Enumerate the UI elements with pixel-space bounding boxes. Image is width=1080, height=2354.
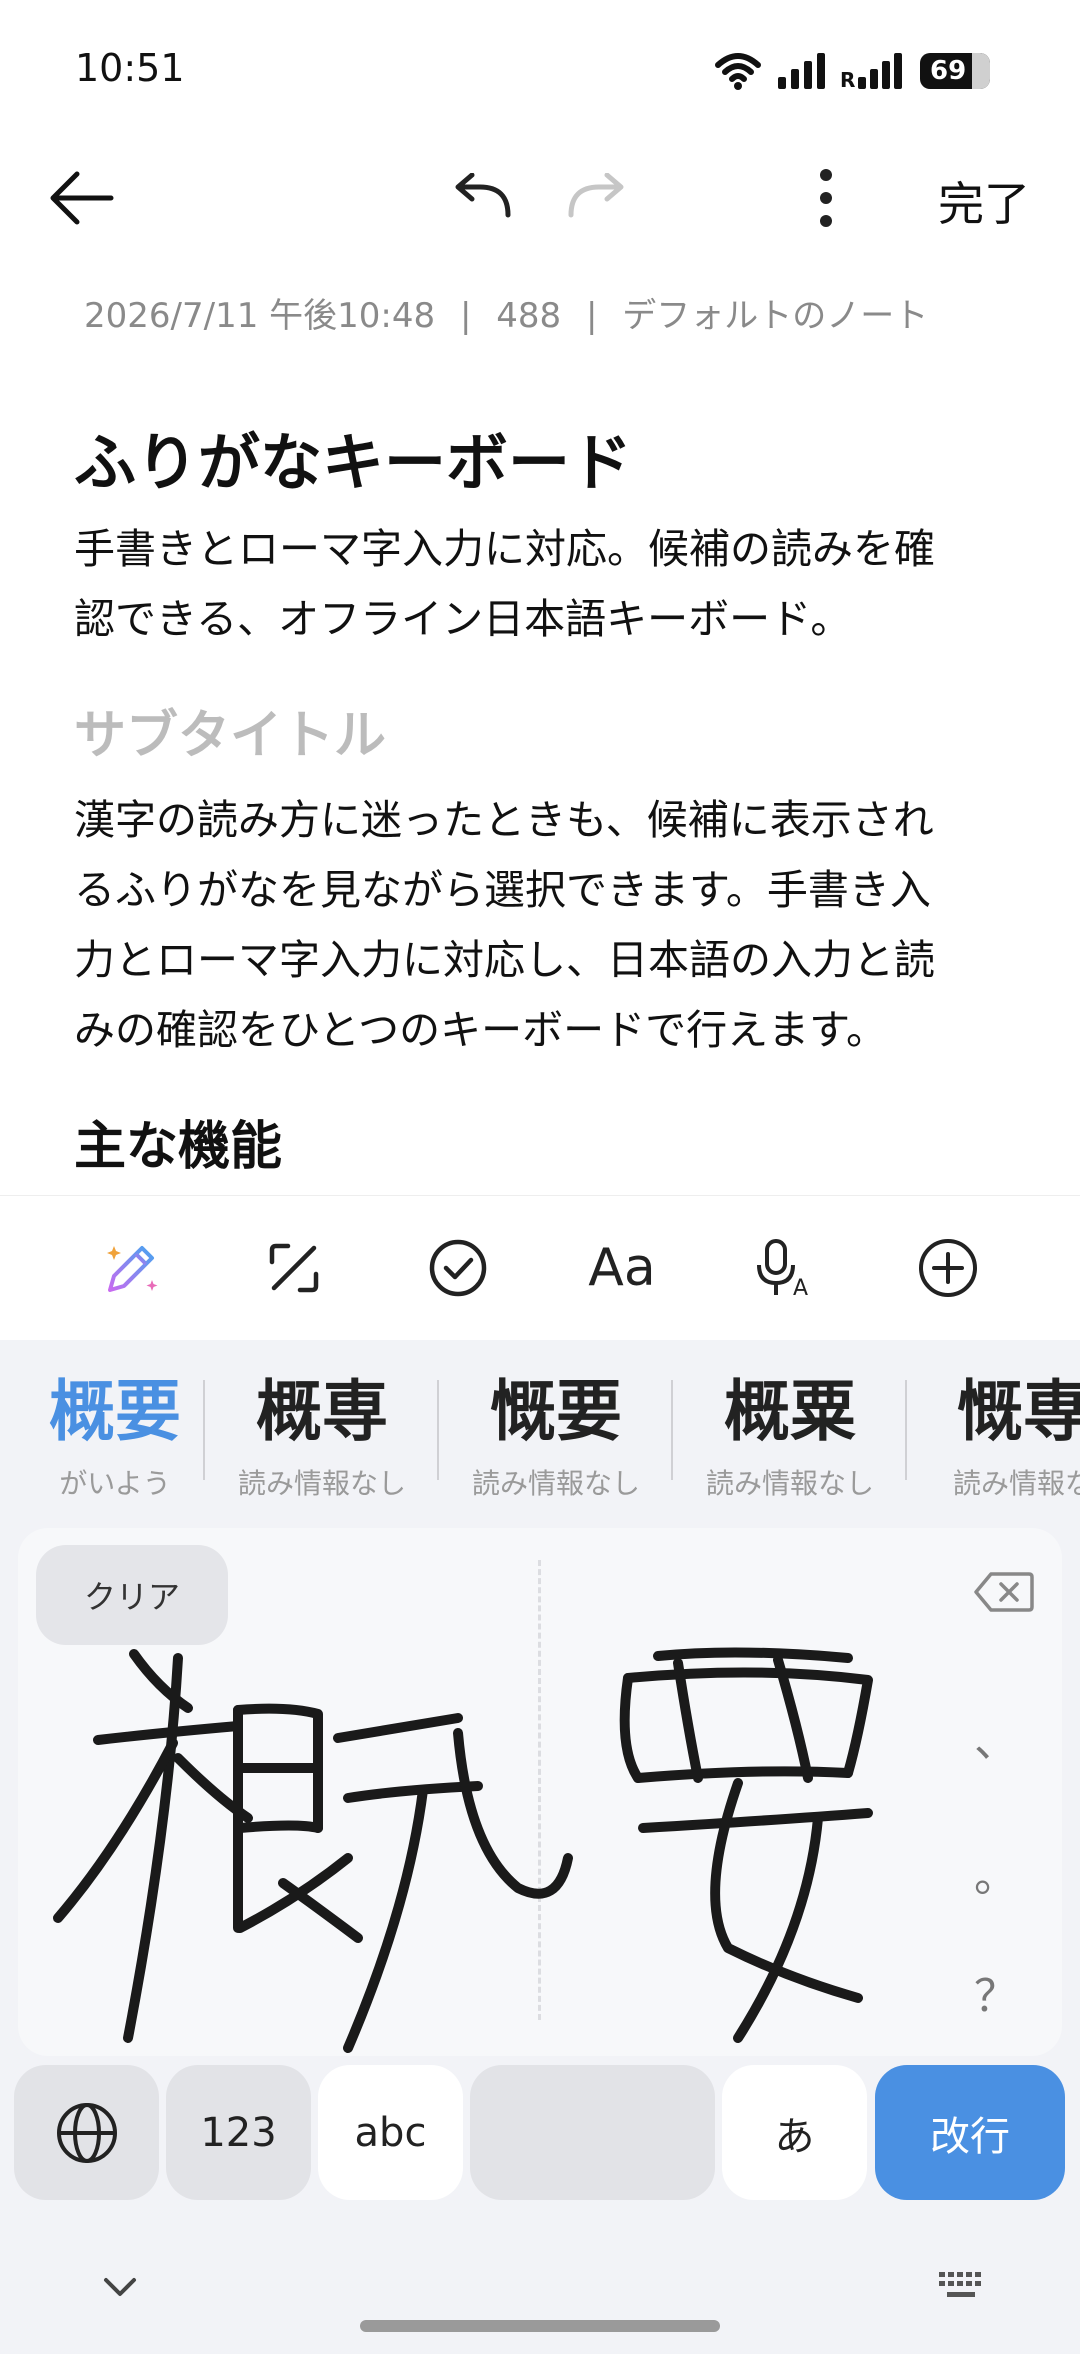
microphone-icon: A — [757, 1239, 808, 1301]
status-time: 10:51 — [75, 46, 185, 90]
voice-input-button[interactable]: A — [748, 1230, 824, 1306]
candidate-separator — [671, 1380, 673, 1480]
candidate-3[interactable]: 慨要 読み情報なし — [441, 1372, 671, 1502]
note-date: 2026/7/11 午後10:48 — [84, 296, 436, 336]
candidate-1[interactable]: 概要 がいよう — [0, 1372, 230, 1502]
text-format-button[interactable]: Aa — [584, 1230, 660, 1306]
status-icons: R 69 — [714, 50, 990, 92]
candidate-4[interactable]: 概粟 読み情報なし — [675, 1372, 905, 1502]
candidate-5[interactable]: 慨専 読み情報な — [908, 1372, 1080, 1502]
note-intro[interactable]: 手書きとローマ字入力に対応。候補の読みを確 認できる、オフライン日本語キーボード… — [74, 514, 1004, 654]
magic-pen-icon — [107, 1246, 158, 1292]
note-title[interactable]: ふりがなキーボード — [74, 412, 1004, 502]
hide-keyboard-button[interactable] — [92, 2262, 148, 2310]
home-indicator[interactable] — [360, 2320, 720, 2332]
number-key[interactable]: 123 — [166, 2065, 311, 2200]
wifi-icon — [715, 53, 761, 90]
keyboard-switch-button[interactable] — [932, 2262, 992, 2310]
redo-icon — [568, 173, 624, 218]
handwriting-toggle-button[interactable] — [256, 1230, 332, 1306]
candidate-separator — [437, 1380, 439, 1480]
pen-off-icon — [269, 1243, 319, 1293]
abc-key[interactable]: abc — [318, 2065, 463, 2200]
ai-pen-button[interactable] — [94, 1230, 170, 1306]
undo-button[interactable] — [443, 158, 523, 238]
done-button[interactable]: 完了 — [938, 168, 1030, 234]
back-button[interactable] — [42, 158, 122, 238]
handwriting-strokes — [53, 1647, 873, 2053]
undo-icon — [455, 173, 511, 218]
more-vertical-icon — [820, 169, 832, 227]
checklist-button[interactable] — [420, 1230, 496, 1306]
chevron-down-icon — [104, 2278, 136, 2296]
insert-button[interactable] — [910, 1230, 986, 1306]
note-char-count: 488 — [496, 296, 562, 336]
note-meta: 2026/7/11 午後10:48 | 488 | デフォルトのノート — [84, 296, 929, 336]
enter-key[interactable]: 改行 — [875, 2065, 1065, 2200]
note-heading-features[interactable]: 主な機能 — [74, 1104, 1004, 1179]
space-key[interactable] — [470, 2065, 715, 2200]
candidate-separator — [905, 1380, 907, 1480]
note-folder[interactable]: デフォルトのノート — [622, 296, 928, 336]
globe-icon — [56, 2102, 117, 2163]
language-switch-key[interactable] — [14, 2065, 159, 2200]
roaming-signal-icon: R — [840, 53, 902, 91]
note-subtitle[interactable]: サブタイトル — [74, 693, 1004, 768]
candidate-2[interactable]: 概専 読み情報なし — [207, 1372, 437, 1502]
more-options-button[interactable] — [786, 158, 866, 238]
battery-indicator: 69 — [920, 53, 990, 89]
plus-circle-icon — [919, 1239, 977, 1297]
back-arrow-icon — [50, 171, 114, 225]
check-circle-icon — [429, 1239, 487, 1297]
candidate-separator — [203, 1380, 205, 1480]
keyboard-icon — [939, 2272, 981, 2297]
svg-text:R: R — [840, 68, 855, 91]
candidate-5-clip: 慨専 読み情報な — [908, 1372, 1080, 1502]
signal-icon — [778, 53, 825, 89]
note-body[interactable]: 漢字の読み方に迷ったときも、候補に表示され るふりがなを見ながら選択できます。手… — [74, 785, 1004, 1065]
svg-text:A: A — [793, 1276, 808, 1301]
kana-key[interactable]: あ — [722, 2065, 867, 2200]
redo-button[interactable] — [556, 158, 636, 238]
